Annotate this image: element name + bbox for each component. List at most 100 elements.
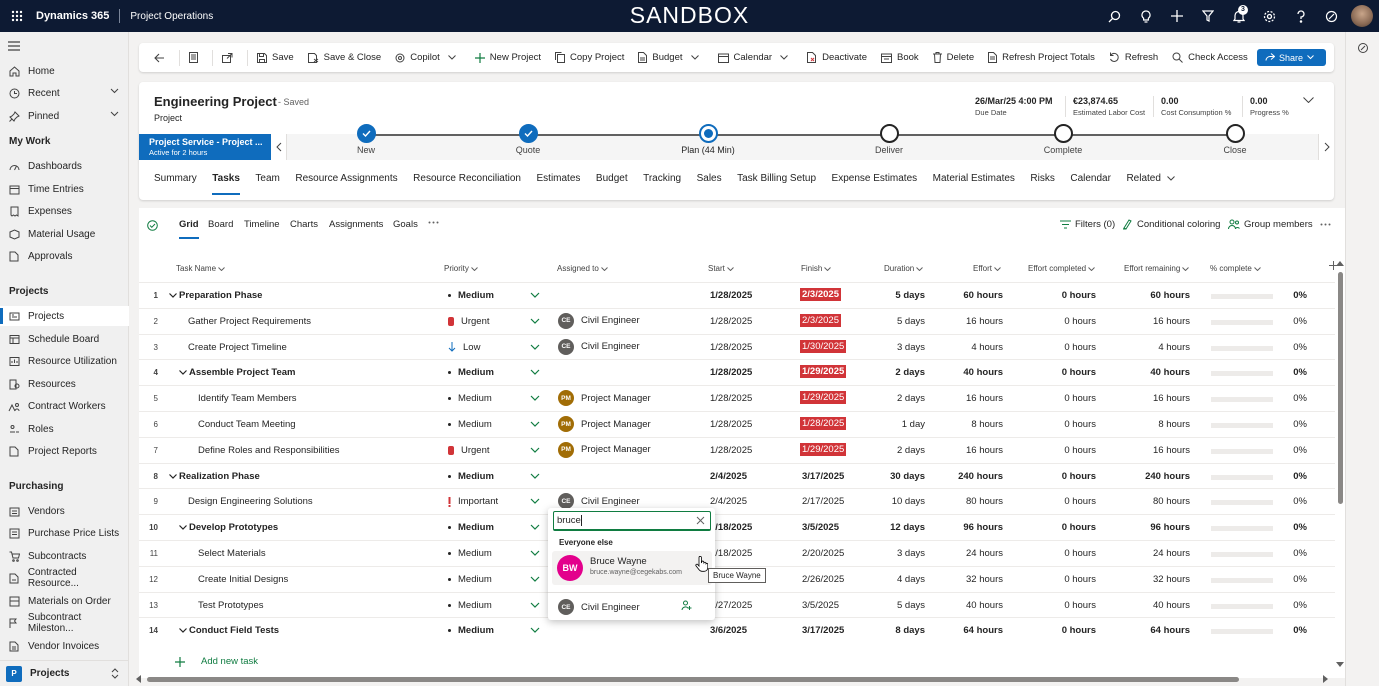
- priority-cell[interactable]: Important: [448, 496, 498, 507]
- task-name[interactable]: Select Materials: [198, 548, 266, 559]
- priority-cell[interactable]: Medium: [448, 600, 492, 611]
- priority-cell[interactable]: Medium: [448, 471, 494, 482]
- effort[interactable]: 16 hours: [899, 316, 1003, 327]
- nav-item-subcontracts[interactable]: Subcontracts: [0, 546, 129, 566]
- column-header-finish[interactable]: Finish: [801, 264, 832, 273]
- assigned-to-cell[interactable]: CE Civil Engineer: [558, 312, 640, 329]
- budget-button[interactable]: Budget: [631, 43, 710, 72]
- bpf-process-name[interactable]: Project Service - Project ... Active for…: [139, 134, 271, 160]
- conditional-coloring-button[interactable]: Conditional coloring: [1122, 219, 1220, 230]
- hamburger-menu-icon[interactable]: [8, 41, 20, 51]
- nav-item-dashboards[interactable]: Dashboards: [0, 156, 129, 176]
- tab-tracking[interactable]: Tracking: [643, 173, 681, 195]
- column-header-assigned-to[interactable]: Assigned to: [557, 264, 608, 273]
- effort[interactable]: 8 hours: [899, 419, 1003, 430]
- priority-cell[interactable]: Medium: [448, 548, 492, 559]
- chevron-down-icon[interactable]: [110, 111, 119, 117]
- start-date[interactable]: 3/6/2025: [710, 625, 747, 636]
- percent-complete[interactable]: 0%: [1259, 625, 1307, 636]
- save-button[interactable]: Save: [250, 43, 301, 72]
- priority-cell[interactable]: Low: [448, 342, 480, 353]
- plus-icon[interactable]: [1161, 0, 1192, 32]
- start-date[interactable]: 1/28/2025: [710, 367, 752, 378]
- nav-item-contract-workers[interactable]: Contract Workers: [0, 396, 129, 416]
- more-views-icon[interactable]: [428, 221, 439, 224]
- bpf-next-stage-icon[interactable]: [1318, 134, 1334, 160]
- priority-dropdown-chevron-icon[interactable]: [530, 369, 540, 376]
- priority-cell[interactable]: Medium: [448, 290, 494, 301]
- column-header-task-name[interactable]: Task Name: [176, 264, 225, 273]
- table-row[interactable]: 4 Assemble Project Team Medium 1/28/2025 1/2…: [139, 359, 1335, 385]
- tab-tasks[interactable]: Tasks: [212, 173, 240, 195]
- view-tab-grid[interactable]: Grid: [179, 219, 199, 239]
- view-tab-assignments[interactable]: Assignments: [329, 219, 383, 230]
- vertical-scrollbar[interactable]: [1336, 260, 1344, 670]
- table-row[interactable]: 2 Gather Project Requirements Urgent CE Civi…: [139, 307, 1335, 334]
- priority-cell[interactable]: Urgent: [448, 316, 490, 327]
- column-header-priority[interactable]: Priority: [444, 264, 478, 273]
- effort[interactable]: 32 hours: [899, 574, 1003, 585]
- bpf-stage-new[interactable]: New: [316, 124, 416, 155]
- start-date[interactable]: 2/18/2025: [710, 522, 752, 533]
- priority-cell[interactable]: Medium: [448, 625, 494, 636]
- brand-label[interactable]: Dynamics 365: [36, 10, 109, 22]
- percent-complete[interactable]: 0%: [1259, 496, 1307, 507]
- save-close-button[interactable]: Save & Close: [301, 43, 389, 72]
- view-tab-goals[interactable]: Goals: [393, 219, 418, 230]
- user-avatar[interactable]: [1351, 5, 1373, 27]
- nav-item-resources[interactable]: Resources: [0, 374, 129, 394]
- priority-cell[interactable]: Medium: [448, 419, 492, 430]
- priority-cell[interactable]: Medium: [448, 574, 492, 585]
- effort[interactable]: 40 hours: [899, 367, 1003, 378]
- filters-button[interactable]: Filters (0): [1060, 219, 1115, 230]
- collapse-chevron-icon[interactable]: [179, 628, 187, 634]
- percent-complete[interactable]: 0%: [1259, 342, 1307, 353]
- priority-dropdown-chevron-icon[interactable]: [530, 421, 540, 427]
- start-date[interactable]: 2/27/2025: [710, 600, 752, 611]
- table-row[interactable]: 14 Conduct Field Tests Medium 3/6/2025 3/17/…: [139, 617, 1335, 643]
- table-row[interactable]: 3 Create Project Timeline Low CE Civil Engin…: [139, 333, 1335, 360]
- column-header-start[interactable]: Start: [708, 264, 734, 273]
- group-members-button[interactable]: Group members: [1228, 219, 1313, 230]
- check-circle-icon[interactable]: [147, 220, 158, 231]
- start-date[interactable]: 1/28/2025: [710, 316, 752, 327]
- share-button[interactable]: Share: [1256, 49, 1326, 66]
- app-launcher-icon[interactable]: [2, 0, 32, 32]
- tab-material-estimates[interactable]: Material Estimates: [933, 173, 1015, 195]
- calendar-button[interactable]: Calendar: [711, 43, 801, 72]
- priority-dropdown-chevron-icon[interactable]: [530, 627, 540, 634]
- bpf-stage-deliver[interactable]: Deliver: [839, 124, 939, 155]
- nav-item-projects[interactable]: Projects: [0, 306, 129, 326]
- table-row[interactable]: 6 Conduct Team Meeting Medium PM Project Man…: [139, 411, 1335, 437]
- percent-complete[interactable]: 0%: [1259, 419, 1307, 430]
- more-options-icon[interactable]: [1320, 223, 1331, 226]
- priority-cell[interactable]: Medium: [448, 522, 494, 533]
- table-row[interactable]: 9 Design Engineering Solutions Important CE…: [139, 488, 1335, 514]
- nav-item-roles[interactable]: Roles: [0, 419, 129, 439]
- nav-item-recent[interactable]: Recent: [0, 83, 129, 103]
- nav-item-home[interactable]: Home: [0, 61, 129, 81]
- bpf-stage-plan[interactable]: Plan (44 Min): [658, 124, 758, 155]
- app-name[interactable]: Project Operations: [130, 11, 213, 22]
- new-project-button[interactable]: New Project: [468, 43, 548, 72]
- nav-item-expenses[interactable]: Expenses: [0, 201, 129, 221]
- effort[interactable]: 96 hours: [899, 522, 1003, 533]
- task-name[interactable]: Assemble Project Team: [189, 367, 295, 378]
- assign-person-icon[interactable]: [681, 600, 692, 611]
- copilot-icon[interactable]: [1316, 0, 1347, 32]
- task-name[interactable]: Define Roles and Responsibilities: [198, 445, 340, 456]
- assigned-to-cell[interactable]: CE Civil Engineer: [558, 493, 640, 510]
- nav-item-vendors[interactable]: Vendors: [0, 501, 129, 521]
- tab-calendar[interactable]: Calendar: [1070, 173, 1111, 195]
- effort[interactable]: 64 hours: [899, 625, 1003, 636]
- start-date[interactable]: 1/28/2025: [710, 419, 752, 430]
- nav-item-materials-on-order[interactable]: Materials on Order: [0, 591, 129, 611]
- help-icon[interactable]: [1285, 0, 1316, 32]
- scroll-thumb[interactable]: [147, 677, 1239, 682]
- nav-item-approvals[interactable]: Approvals: [0, 246, 129, 266]
- collapse-chevron-icon[interactable]: [169, 293, 177, 298]
- nav-item-resource-utilization[interactable]: Resource Utilization: [0, 351, 129, 371]
- table-row[interactable]: 5 Identify Team Members Medium PM Project Ma…: [139, 385, 1335, 411]
- priority-dropdown-chevron-icon[interactable]: [530, 344, 540, 350]
- start-date[interactable]: 2/4/2025: [710, 471, 747, 482]
